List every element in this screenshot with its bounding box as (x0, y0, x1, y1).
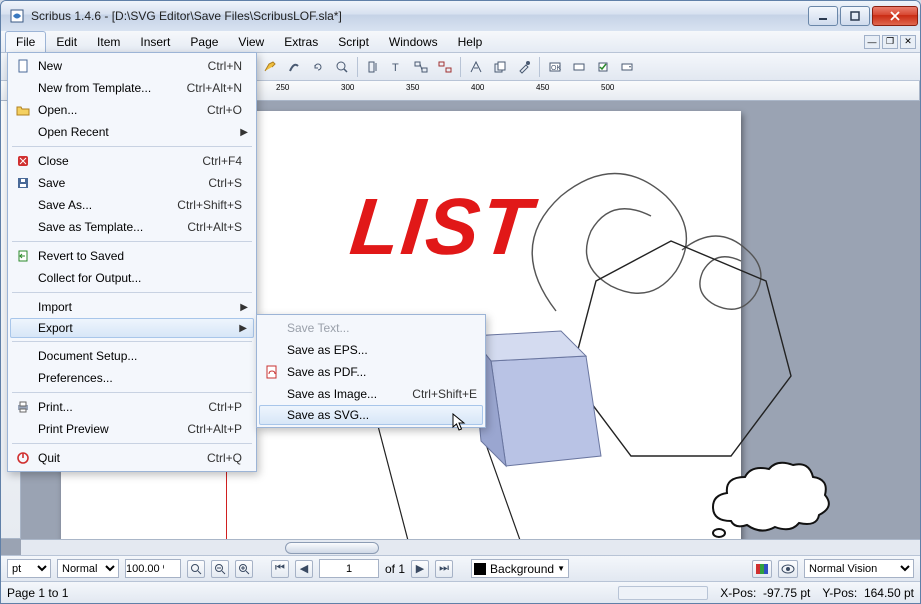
calligraphic-tool-icon[interactable] (283, 56, 305, 78)
file-save[interactable]: SaveCtrl+S (10, 172, 254, 194)
layer-color-swatch (474, 563, 486, 575)
file-open[interactable]: Open...Ctrl+O (10, 99, 254, 121)
new-file-icon (14, 57, 32, 75)
preview-quality-select[interactable]: Normal (57, 559, 119, 578)
file-close[interactable]: CloseCtrl+F4 (10, 150, 254, 172)
mdi-minimize-button[interactable]: — (864, 35, 880, 49)
last-page-button[interactable]: ⏭ (435, 560, 453, 578)
export-save-eps[interactable]: Save as EPS... (259, 339, 483, 361)
file-print[interactable]: Print...Ctrl+P (10, 396, 254, 418)
link-frames-tool-icon[interactable] (410, 56, 432, 78)
rotate-tool-icon[interactable] (307, 56, 329, 78)
pdf-pushbutton-icon[interactable]: OK (544, 56, 566, 78)
copy-properties-tool-icon[interactable] (489, 56, 511, 78)
titlebar: Scribus 1.4.6 - [D:\SVG Editor\Save File… (1, 1, 920, 31)
status-toolbar: pt Normal ⏮ ◀ of 1 ▶ ⏭ Background ▼ Norm… (1, 555, 920, 581)
zoom-100-button[interactable] (187, 560, 205, 578)
prev-page-button[interactable]: ◀ (295, 560, 313, 578)
units-select[interactable]: pt (7, 559, 51, 578)
menu-insert[interactable]: Insert (130, 31, 180, 52)
pdf-icon (263, 363, 281, 381)
folder-open-icon (14, 101, 32, 119)
edit-contents-tool-icon[interactable] (362, 56, 384, 78)
unlink-frames-tool-icon[interactable] (434, 56, 456, 78)
cms-toggle-icon[interactable] (752, 560, 772, 578)
menu-view[interactable]: View (228, 31, 274, 52)
page-number-input[interactable] (319, 559, 379, 578)
file-import[interactable]: Import▶ (10, 296, 254, 318)
app-icon (9, 8, 25, 24)
file-document-setup[interactable]: Document Setup... (10, 345, 254, 367)
file-save-as[interactable]: Save As...Ctrl+Shift+S (10, 194, 254, 216)
maximize-button[interactable] (840, 6, 870, 26)
close-button[interactable] (872, 6, 918, 26)
file-export[interactable]: Export▶ (10, 318, 254, 338)
export-save-text: Save Text... (259, 317, 483, 339)
zoom-in-button[interactable] (235, 560, 253, 578)
vision-select[interactable]: Normal Vision (804, 559, 914, 578)
export-submenu: Save Text... Save as EPS... Save as PDF.… (256, 314, 486, 428)
menu-item[interactable]: Item (87, 31, 130, 52)
layer-select[interactable]: Background ▼ (471, 559, 569, 578)
xpos-field: X-Pos: -97.75 pt (720, 586, 810, 600)
zoom-input[interactable] (125, 559, 181, 578)
page-range-label: Page 1 to 1 (7, 586, 68, 600)
revert-icon (14, 247, 32, 265)
file-save-as-template[interactable]: Save as Template...Ctrl+Alt+S (10, 216, 254, 238)
menu-help[interactable]: Help (448, 31, 493, 52)
preview-mode-icon[interactable] (778, 560, 798, 578)
edit-text-tool-icon[interactable]: T (386, 56, 408, 78)
save-icon (14, 174, 32, 192)
window-title: Scribus 1.4.6 - [D:\SVG Editor\Save File… (31, 9, 806, 23)
mdi-close-button[interactable]: ✕ (900, 35, 916, 49)
next-page-button[interactable]: ▶ (411, 560, 429, 578)
progress-well (618, 586, 708, 600)
svg-text:OK: OK (551, 65, 561, 72)
zoom-tool-icon[interactable] (331, 56, 353, 78)
export-save-image[interactable]: Save as Image...Ctrl+Shift+E (259, 383, 483, 405)
first-page-button[interactable]: ⏮ (271, 560, 289, 578)
zoom-out-button[interactable] (211, 560, 229, 578)
mdi-restore-button[interactable]: ❐ (882, 35, 898, 49)
file-print-preview[interactable]: Print PreviewCtrl+Alt+P (10, 418, 254, 440)
page-total-label: of 1 (385, 562, 405, 576)
canvas-text-list: LIST (346, 181, 537, 273)
file-quit[interactable]: QuitCtrl+Q (10, 447, 254, 469)
export-save-pdf[interactable]: Save as PDF... (259, 361, 483, 383)
export-save-svg[interactable]: Save as SVG... (259, 405, 483, 425)
menu-extras[interactable]: Extras (274, 31, 328, 52)
file-preferences[interactable]: Preferences... (10, 367, 254, 389)
file-new[interactable]: NewCtrl+N (10, 55, 254, 77)
file-new-from-template[interactable]: New from Template...Ctrl+Alt+N (10, 77, 254, 99)
menubar: File Edit Item Insert Page View Extras S… (1, 31, 920, 53)
file-revert[interactable]: Revert to Saved (10, 245, 254, 267)
file-menu-dropdown: NewCtrl+N New from Template...Ctrl+Alt+N… (7, 52, 257, 472)
pdf-combobox-icon[interactable] (616, 56, 638, 78)
ypos-field: Y-Pos: 164.50 pt (822, 586, 914, 600)
freehand-tool-icon[interactable] (259, 56, 281, 78)
print-icon (14, 398, 32, 416)
menu-edit[interactable]: Edit (46, 31, 87, 52)
menu-page[interactable]: Page (180, 31, 228, 52)
file-collect-for-output[interactable]: Collect for Output... (10, 267, 254, 289)
minimize-button[interactable] (808, 6, 838, 26)
scrollbar-thumb[interactable] (285, 542, 379, 554)
file-open-recent[interactable]: Open Recent▶ (10, 121, 254, 143)
eyedropper-tool-icon[interactable] (513, 56, 535, 78)
statusbar: Page 1 to 1 X-Pos: -97.75 pt Y-Pos: 164.… (1, 581, 920, 603)
menu-windows[interactable]: Windows (379, 31, 448, 52)
svg-text:T: T (392, 62, 399, 74)
quit-icon (14, 449, 32, 467)
measure-tool-icon[interactable] (465, 56, 487, 78)
menu-script[interactable]: Script (328, 31, 379, 52)
close-file-icon (14, 152, 32, 170)
menu-file[interactable]: File (5, 31, 46, 52)
horizontal-scrollbar[interactable] (21, 539, 920, 555)
pdf-checkbox-icon[interactable] (592, 56, 614, 78)
pdf-textfield-icon[interactable] (568, 56, 590, 78)
